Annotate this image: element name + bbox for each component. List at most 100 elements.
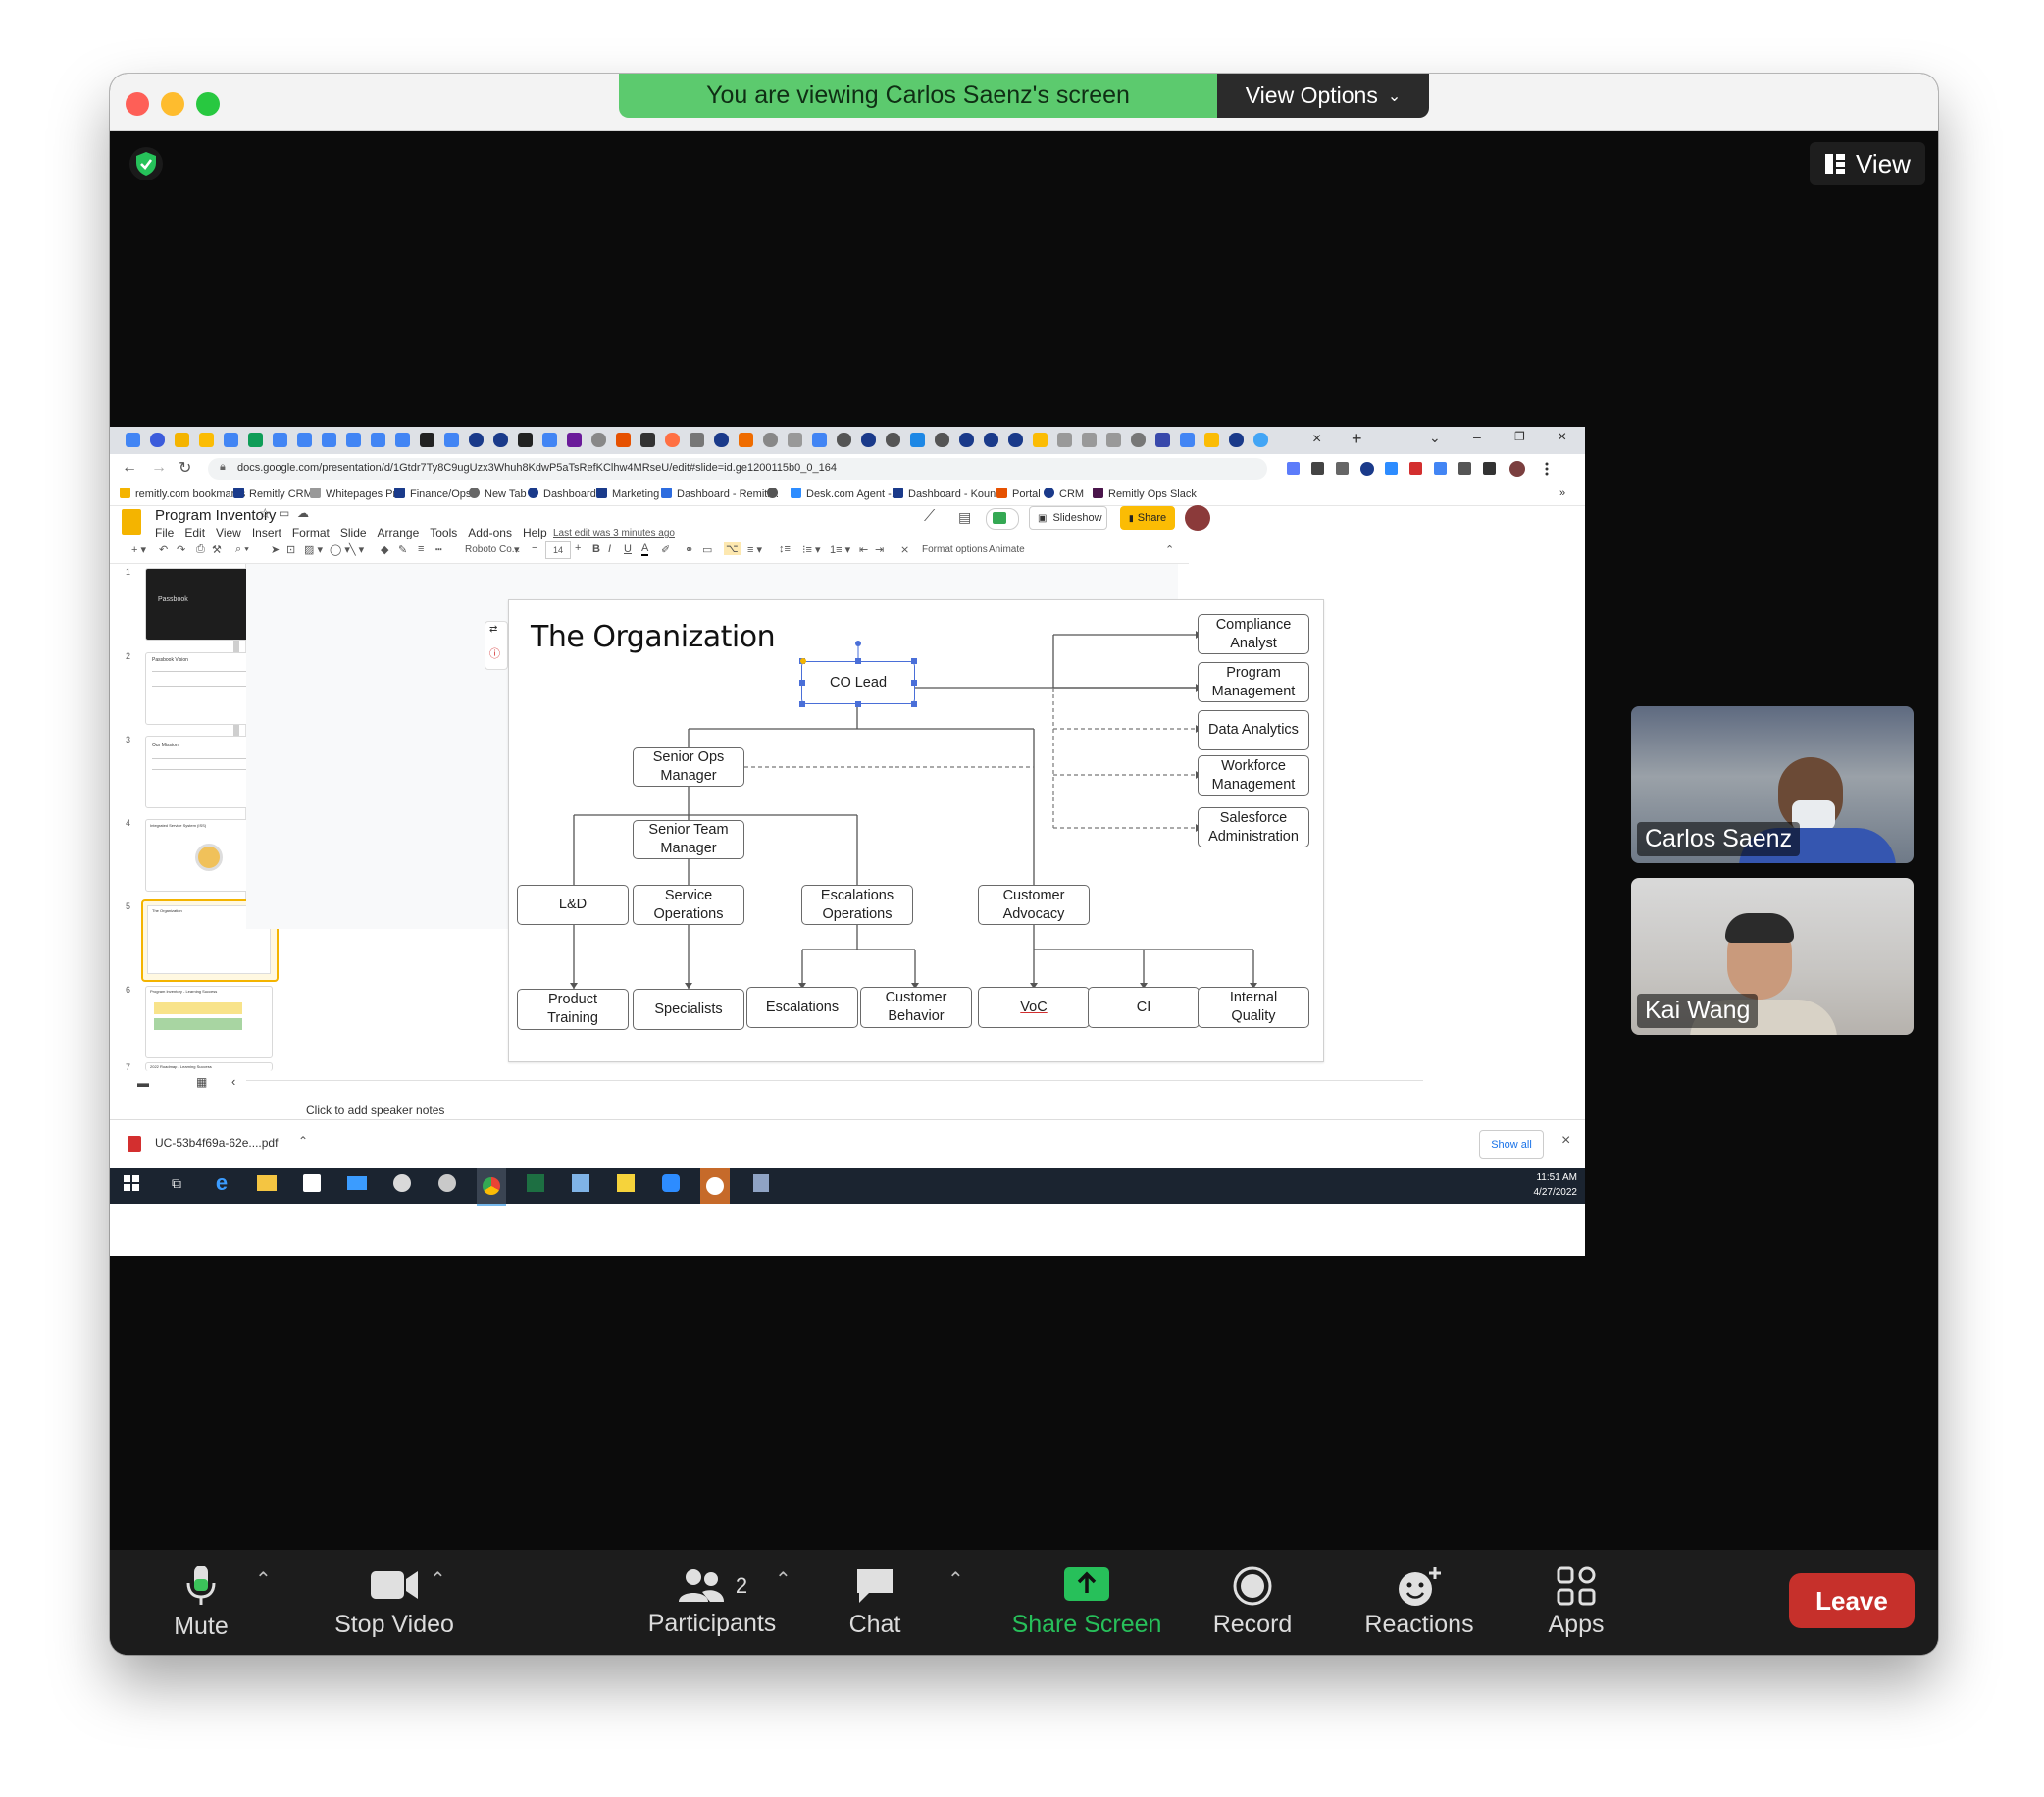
link-icon[interactable]: ⚭ (685, 543, 693, 556)
taskbar-date[interactable]: 4/27/2022 (1522, 1187, 1578, 1198)
format-options-button[interactable]: Format options (922, 544, 988, 555)
extension-icons[interactable] (1277, 460, 1571, 478)
download-options-icon[interactable]: ⌃ (298, 1134, 308, 1148)
minimize-icon[interactable]: – (1473, 429, 1481, 444)
italic-icon[interactable]: I (608, 543, 611, 555)
collapse-filmstrip-icon[interactable]: ‹ (231, 1074, 235, 1089)
org-box-program-management[interactable]: Program Management (1198, 662, 1309, 702)
tab-icons[interactable] (118, 427, 1304, 454)
reactions-button[interactable]: Reactions (1346, 1550, 1493, 1655)
view-layout-button[interactable]: View (1810, 142, 1925, 185)
org-box-escalations-operations[interactable]: Escalations Operations (801, 885, 913, 925)
slides-logo-icon[interactable] (122, 509, 141, 535)
minimize-window-button[interactable] (161, 92, 184, 116)
notes-divider[interactable] (246, 1080, 1423, 1081)
chat-button[interactable]: Chat (826, 1550, 924, 1655)
undo-icon[interactable]: ↶ (159, 543, 168, 556)
current-slide[interactable]: The Organization CO Lead Senior Ops Mana… (508, 599, 1324, 1062)
mute-button[interactable]: Mute (147, 1550, 255, 1655)
selection-handles[interactable] (793, 640, 923, 714)
more-bookmarks-icon[interactable]: » (1559, 488, 1565, 499)
sticky-notes-icon[interactable] (612, 1169, 639, 1197)
org-box-escalations[interactable]: Escalations (746, 987, 858, 1028)
font-dropdown-icon[interactable]: ▾ (514, 543, 520, 556)
grid-view-icon[interactable]: ▦ (196, 1075, 207, 1089)
line-icon[interactable]: ╲ ▾ (349, 543, 364, 556)
menu-insert[interactable]: Insert (252, 526, 281, 539)
org-box-service-operations[interactable]: Service Operations (633, 885, 744, 925)
zoom-window-button[interactable] (196, 92, 220, 116)
close-download-bar-icon[interactable]: × (1561, 1132, 1570, 1150)
account-avatar[interactable] (1185, 505, 1210, 531)
file-explorer-icon[interactable] (253, 1169, 281, 1197)
bold-icon[interactable]: B (592, 543, 600, 555)
show-all-button[interactable]: Show all (1479, 1130, 1544, 1159)
chat-options-chevron-icon[interactable]: ⌃ (947, 1567, 964, 1592)
redo-icon[interactable]: ↷ (177, 543, 185, 556)
leave-button[interactable]: Leave (1789, 1573, 1915, 1628)
bookmark-item[interactable]: Dashboard - Remitl... (661, 488, 779, 500)
org-box-data-analytics[interactable]: Data Analytics (1198, 710, 1309, 750)
participants-options-chevron-icon[interactable]: ⌃ (775, 1567, 792, 1592)
menu-addons[interactable]: Add-ons (468, 526, 512, 539)
underline-icon[interactable]: U (624, 543, 632, 555)
participant-video-carlos[interactable]: Carlos Saenz (1631, 706, 1914, 863)
comment-icon[interactable]: ▭ (702, 543, 712, 556)
bookmark-item[interactable]: remitly.com bookmarks (120, 488, 245, 500)
menu-view[interactable]: View (216, 526, 241, 539)
taskbar-time[interactable]: 11:51 AM (1522, 1172, 1577, 1183)
bookmark-item[interactable] (767, 488, 783, 500)
menu-slide[interactable]: Slide (340, 526, 367, 539)
star-icon[interactable]: ☆ (259, 505, 272, 522)
paint-icon[interactable] (388, 1169, 416, 1197)
participants-button[interactable]: 2 Participants (630, 1550, 794, 1655)
move-folder-icon[interactable]: ▭ (279, 506, 289, 520)
bookmark-item[interactable]: CRM (1044, 488, 1084, 500)
org-box-salesforce-administration[interactable]: Salesforce Administration (1198, 807, 1309, 847)
speaker-notes-field[interactable]: Click to add speaker notes (306, 1104, 444, 1117)
align-icon[interactable]: ≡ ▾ (747, 543, 762, 556)
animate-button[interactable]: Animate (989, 544, 1025, 555)
menu-format[interactable]: Format (292, 526, 330, 539)
org-box-customer-advocacy[interactable]: Customer Advocacy (978, 885, 1090, 925)
collapse-toolbar-icon[interactable]: ⌃ (1165, 543, 1174, 556)
filmstrip-view-icon[interactable]: ▬ (137, 1076, 149, 1090)
org-box-senior-ops-manager[interactable]: Senior Ops Manager (633, 747, 744, 787)
bookmark-item[interactable]: Desk.com Agent -... (791, 488, 900, 500)
bookmark-item[interactable]: Whitepages Pro (310, 488, 402, 500)
bookmark-item[interactable]: Dashboard - Kount... (893, 488, 1008, 500)
chrome-icon[interactable] (477, 1168, 506, 1206)
fill-color-icon[interactable]: ◆ (381, 543, 388, 556)
edge-icon[interactable]: e (208, 1169, 235, 1197)
translate-icon[interactable]: ⇄ (489, 624, 497, 635)
border-dash-icon[interactable]: ┅ (435, 543, 442, 556)
org-box-workforce-management[interactable]: Workforce Management (1198, 755, 1309, 796)
restore-icon[interactable]: ❐ (1514, 430, 1525, 443)
bookmark-item[interactable]: Dashboard (528, 488, 596, 500)
bookmark-item[interactable]: Remitly Ops Slack (1093, 488, 1197, 500)
new-slide-icon[interactable]: + ▾ (131, 543, 146, 556)
share-button[interactable]: ▮ Share (1120, 506, 1175, 530)
close-window-button[interactable] (126, 92, 149, 116)
font-size-field[interactable]: 14 (545, 541, 571, 559)
snip-icon[interactable] (434, 1169, 461, 1197)
bookmark-item[interactable]: Remitly CRM (233, 488, 313, 500)
border-color-icon[interactable]: ✎ (398, 543, 407, 556)
menu-arrange[interactable]: Arrange (378, 526, 420, 539)
text-color-icon[interactable]: A (641, 542, 649, 556)
alt-text-icon[interactable]: ⌥ (724, 542, 741, 555)
activity-trend-icon[interactable]: ⟋ (924, 508, 935, 526)
forward-icon[interactable]: → (151, 459, 167, 477)
increase-font-icon[interactable]: + (575, 542, 581, 554)
view-options-button[interactable]: View Options ⌄ (1217, 74, 1429, 118)
close-tab-icon[interactable]: × (1312, 431, 1321, 448)
slack-icon[interactable] (700, 1168, 730, 1204)
security-shield-icon[interactable] (129, 147, 163, 180)
org-box-ci[interactable]: CI (1088, 987, 1200, 1028)
reload-icon[interactable]: ↻ (179, 458, 191, 478)
url-field[interactable]: 🔒︎ docs.google.com/presentation/d/1Gtdr7… (208, 458, 1267, 480)
bookmark-item[interactable]: New Tab (469, 488, 527, 500)
download-filename[interactable]: UC-53b4f69a-62e....pdf (155, 1136, 278, 1150)
close-browser-icon[interactable]: × (1558, 429, 1566, 446)
calculator-icon[interactable] (747, 1169, 775, 1197)
